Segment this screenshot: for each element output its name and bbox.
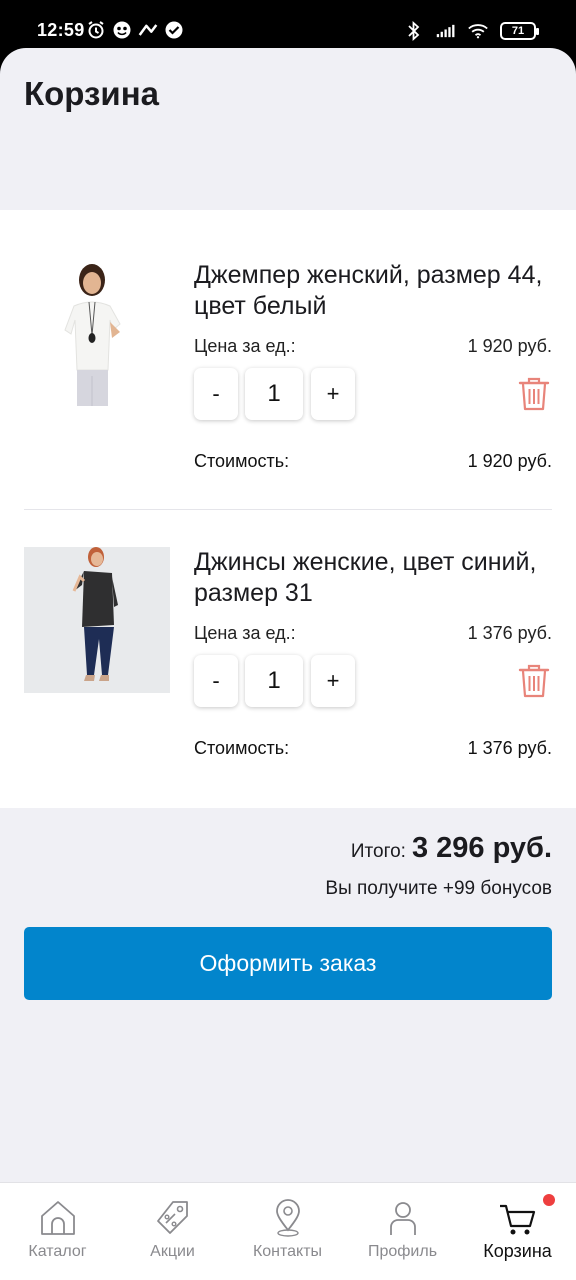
tab-promotions[interactable]: Акции	[115, 1183, 230, 1280]
tab-label: Каталог	[28, 1243, 87, 1260]
status-notification-icons	[86, 20, 184, 40]
total-label: Итого:	[350, 841, 406, 862]
item-divider	[24, 509, 552, 510]
bottom-tab-bar: Каталог Акции Контакты Профиль Корзина	[0, 1182, 576, 1280]
tab-cart[interactable]: Корзина	[460, 1183, 575, 1280]
decrease-quantity-button[interactable]: -	[194, 655, 238, 707]
line-cost-label: Стоимость:	[194, 451, 290, 471]
page-title: Корзина	[24, 75, 159, 112]
trash-icon[interactable]	[518, 663, 550, 699]
product-image[interactable]	[24, 547, 170, 693]
check-circle-icon	[164, 20, 184, 40]
cart-screen: Корзина Джемпер женский, размер 44, цвет…	[0, 48, 576, 1280]
quantity-value[interactable]: 1	[245, 368, 303, 420]
cart-item: Джинсы женские, цвет синий, размер 31 Це…	[0, 515, 576, 803]
status-time: 12:59	[37, 20, 85, 40]
home-icon	[38, 1198, 78, 1238]
cart-badge-dot	[543, 1194, 555, 1206]
user-icon	[383, 1198, 423, 1238]
unit-price-value: 1 920 руб.	[467, 336, 552, 356]
alarm-icon	[86, 20, 106, 40]
wifi-icon	[468, 21, 488, 41]
line-cost-label: Стоимость:	[194, 738, 290, 758]
cart-item: Джемпер женский, размер 44, цвет белый Ц…	[0, 228, 576, 516]
increase-quantity-button[interactable]: +	[311, 368, 355, 420]
tab-label: Акции	[150, 1243, 195, 1260]
cart-icon	[498, 1198, 538, 1238]
product-name[interactable]: Джинсы женские, цвет синий, размер 31	[194, 547, 554, 609]
product-name[interactable]: Джемпер женский, размер 44, цвет белый	[194, 260, 554, 322]
battery-level: 71	[511, 25, 525, 37]
unit-price-label: Цена за ед.:	[194, 623, 296, 643]
tab-profile[interactable]: Профиль	[345, 1183, 460, 1280]
quantity-value[interactable]: 1	[245, 655, 303, 707]
line-cost-value: 1 920 руб.	[467, 451, 552, 471]
bluetooth-icon	[404, 21, 424, 41]
status-system-icons: 71	[404, 21, 539, 41]
location-pin-icon	[268, 1198, 308, 1238]
battery-icon: 71	[500, 22, 539, 40]
order-total: Итого: 3 296 руб.	[351, 832, 552, 865]
unit-price-value: 1 376 руб.	[467, 623, 552, 643]
tab-catalog[interactable]: Каталог	[0, 1183, 115, 1280]
tag-icon	[153, 1198, 193, 1238]
tab-label: Профиль	[367, 1243, 438, 1260]
face-icon	[112, 20, 132, 40]
tab-contacts[interactable]: Контакты	[230, 1183, 345, 1280]
product-image[interactable]	[24, 260, 170, 406]
total-value: 3 296 руб.	[411, 832, 552, 864]
route-icon	[138, 20, 158, 40]
tab-label: Корзина	[483, 1241, 552, 1261]
bonus-info: Вы получите +99 бонусов	[325, 878, 552, 899]
tab-label: Контакты	[252, 1243, 323, 1260]
decrease-quantity-button[interactable]: -	[194, 368, 238, 420]
unit-price-label: Цена за ед.:	[194, 336, 296, 356]
checkout-button[interactable]: Оформить заказ	[24, 927, 552, 1000]
line-cost-value: 1 376 руб.	[467, 738, 552, 758]
cart-items-list: Джемпер женский, размер 44, цвет белый Ц…	[0, 210, 576, 808]
signal-icon	[436, 21, 456, 41]
increase-quantity-button[interactable]: +	[311, 655, 355, 707]
trash-icon[interactable]	[518, 376, 550, 412]
